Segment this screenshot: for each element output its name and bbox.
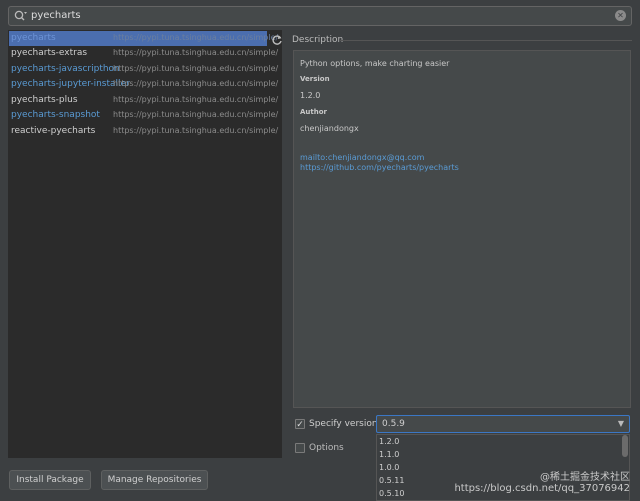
author-value: chenjiandongx [300,124,359,133]
package-name: pyecharts-plus [11,95,78,105]
description-divider [340,40,632,41]
version-value: 1.2.0 [300,91,321,100]
package-row-reactive-pyecharts[interactable]: reactive-pyecharts https://pypi.tuna.tsi… [9,124,278,139]
package-name: pyecharts-javascripthon [11,64,120,74]
package-name: pyecharts-extras [11,48,88,58]
version-option[interactable]: 0.5.10 [379,489,404,498]
package-repo-url: https://pypi.tuna.tsinghua.edu.cn/simple… [113,110,279,119]
install-package-button[interactable]: Install Package [9,470,91,490]
package-repo-url: https://pypi.tuna.tsinghua.edu.cn/simple… [113,33,279,42]
description-panel: Python options, make charting easier Ver… [293,50,631,408]
options-checkbox[interactable] [295,443,305,453]
package-list: pyecharts https://pypi.tuna.tsinghua.edu… [8,30,282,458]
package-repo-url: https://pypi.tuna.tsinghua.edu.cn/simple… [113,126,279,135]
package-repo-url: https://pypi.tuna.tsinghua.edu.cn/simple… [113,95,279,104]
version-select-value: 0.5.9 [382,419,405,429]
manage-repositories-button[interactable]: Manage Repositories [101,470,208,490]
package-name: reactive-pyecharts [11,126,96,136]
dropdown-scrollbar[interactable] [622,435,628,457]
refresh-icon[interactable] [271,34,283,46]
specify-version-label: Specify version [309,419,378,429]
package-name: pyecharts-jupyter-installer [11,79,130,89]
package-row-pyecharts-snapshot[interactable]: pyecharts-snapshot https://pypi.tuna.tsi… [9,108,278,123]
author-heading: Author [300,108,327,116]
options-label: Options [309,443,344,453]
version-option[interactable]: 1.1.0 [379,450,399,459]
search-value: pyecharts [31,10,81,21]
package-row-pyecharts-javascripthon[interactable]: pyecharts-javascripthon https://pypi.tun… [9,62,278,77]
version-select[interactable]: 0.5.9 ▼ [376,415,630,433]
search-icon [14,10,28,22]
email-link[interactable]: mailto:chenjiandongx@qq.com [300,153,424,162]
package-name: pyecharts-snapshot [11,110,100,120]
package-row-pyecharts[interactable]: pyecharts https://pypi.tuna.tsinghua.edu… [9,31,278,46]
package-row-pyecharts-extras[interactable]: pyecharts-extras https://pypi.tuna.tsing… [9,46,278,61]
specify-version-checkbox[interactable]: ✓ [295,419,305,430]
watermark-text: @稀土掘金技术社区 [540,472,630,483]
package-row-pyecharts-plus[interactable]: pyecharts-plus https://pypi.tuna.tsinghu… [9,93,278,108]
search-input[interactable]: pyecharts ✕ [8,6,632,26]
package-repo-url: https://pypi.tuna.tsinghua.edu.cn/simple… [113,79,279,88]
package-repo-url: https://pypi.tuna.tsinghua.edu.cn/simple… [113,48,279,57]
chevron-down-icon: ▼ [617,419,624,428]
package-row-pyecharts-jupyter-installer[interactable]: pyecharts-jupyter-installer https://pypi… [9,77,278,92]
repo-link[interactable]: https://github.com/pyecharts/pyecharts [300,163,459,172]
watermark-url: https://blog.csdn.net/qq_37076942 [454,483,630,494]
description-summary: Python options, make charting easier [300,59,450,68]
description-label: Description [292,35,344,45]
package-name: pyecharts [11,33,56,43]
version-option[interactable]: 1.2.0 [379,437,399,446]
clear-search-icon[interactable]: ✕ [615,10,626,21]
version-option[interactable]: 1.0.0 [379,463,399,472]
package-repo-url: https://pypi.tuna.tsinghua.edu.cn/simple… [113,64,279,73]
version-option[interactable]: 0.5.11 [379,476,404,485]
version-heading: Version [300,75,330,83]
